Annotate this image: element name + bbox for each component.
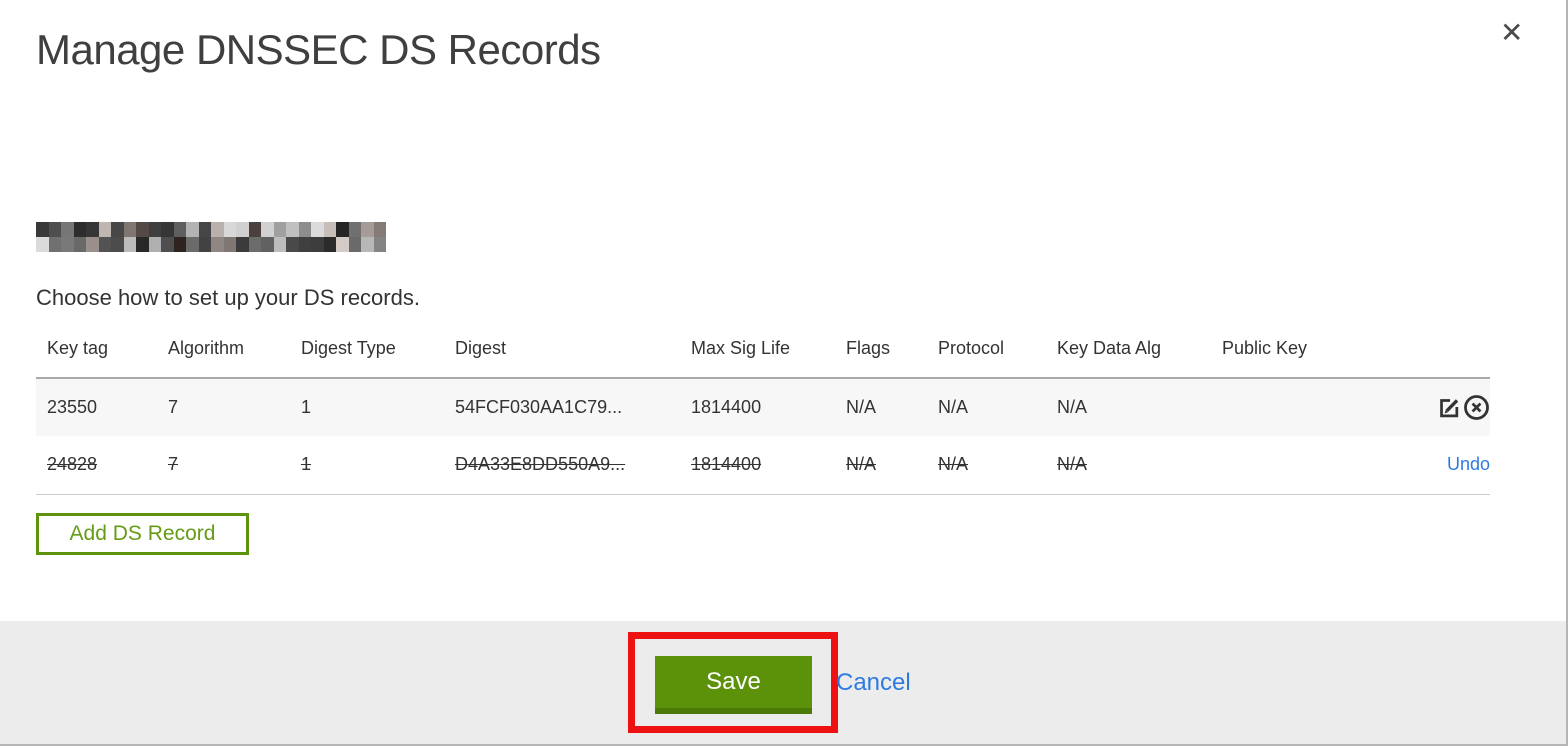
remove-icon — [1464, 395, 1489, 420]
cancel-link[interactable]: Cancel — [836, 669, 911, 697]
col-header-key-tag: Key tag — [47, 338, 109, 358]
cell-key-tag: 23550 — [36, 377, 157, 436]
col-header-max-sig-life: Max Sig Life — [691, 338, 791, 358]
cell-key-data-alg: N/A — [1046, 436, 1211, 495]
dnssec-modal: Manage DNSSEC DS Records ✕ Choose how to… — [0, 0, 1568, 746]
page-title: Manage DNSSEC DS Records — [36, 26, 601, 73]
add-ds-record-button[interactable]: Add DS Record — [36, 513, 249, 555]
remove-button[interactable] — [1463, 394, 1490, 421]
cell-digest-type: 1 — [290, 377, 444, 436]
col-header-protocol: Protocol — [938, 338, 1005, 358]
table-row: 23550 7 1 54FCF030AA1C79... 1814400 N/A N/A N/A — [36, 377, 1490, 436]
cell-digest: 54FCF030AA1C79... — [444, 377, 680, 436]
cell-actions — [1361, 377, 1490, 436]
cell-protocol: N/A — [927, 436, 1046, 495]
col-header-flags: Flags — [846, 338, 891, 358]
footer-bar: Save Cancel — [0, 621, 1566, 744]
cell-public-key — [1211, 436, 1361, 495]
cell-digest-type: 1 — [290, 436, 444, 495]
cell-protocol: N/A — [927, 377, 1046, 436]
cell-algorithm: 7 — [157, 377, 290, 436]
close-icon[interactable]: ✕ — [1500, 18, 1523, 48]
cell-public-key — [1211, 377, 1361, 436]
ds-records-table: Key tag Algorithm Digest Type Digest Max… — [36, 328, 1490, 495]
col-header-public-key: Public Key — [1222, 338, 1308, 358]
cell-flags: N/A — [835, 436, 927, 495]
table-row: 24828 7 1 D4A33E8DD550A9... 1814400 N/A N/A N/A… — [36, 436, 1490, 495]
cell-flags: N/A — [835, 377, 927, 436]
edit-button[interactable] — [1436, 395, 1461, 420]
cell-algorithm: 7 — [157, 436, 290, 495]
redacted-domain — [36, 222, 386, 252]
ds-records-table-wrap: Key tag Algorithm Digest Type Digest Max… — [36, 328, 1490, 495]
annotation-highlight-box: Save — [628, 632, 838, 733]
table-header-row: Key tag Algorithm Digest Type Digest Max… — [36, 328, 1490, 378]
instruction-text: Choose how to set up your DS records. — [36, 285, 420, 310]
edit-icon — [1440, 399, 1459, 418]
cell-actions: Undo — [1361, 436, 1490, 495]
cell-digest: D4A33E8DD550A9... — [444, 436, 680, 495]
cell-max-sig-life: 1814400 — [680, 436, 835, 495]
col-header-key-data-alg: Key Data Alg — [1057, 338, 1162, 358]
undo-link[interactable]: Undo — [1447, 454, 1490, 474]
col-header-digest: Digest — [455, 338, 507, 358]
cell-key-data-alg: N/A — [1046, 377, 1211, 436]
col-header-digest-type: Digest Type — [301, 338, 396, 358]
cell-max-sig-life: 1814400 — [680, 377, 835, 436]
cell-key-tag: 24828 — [36, 436, 157, 495]
col-header-actions — [1361, 328, 1490, 378]
col-header-algorithm: Algorithm — [168, 338, 245, 358]
save-button[interactable]: Save — [655, 656, 812, 714]
